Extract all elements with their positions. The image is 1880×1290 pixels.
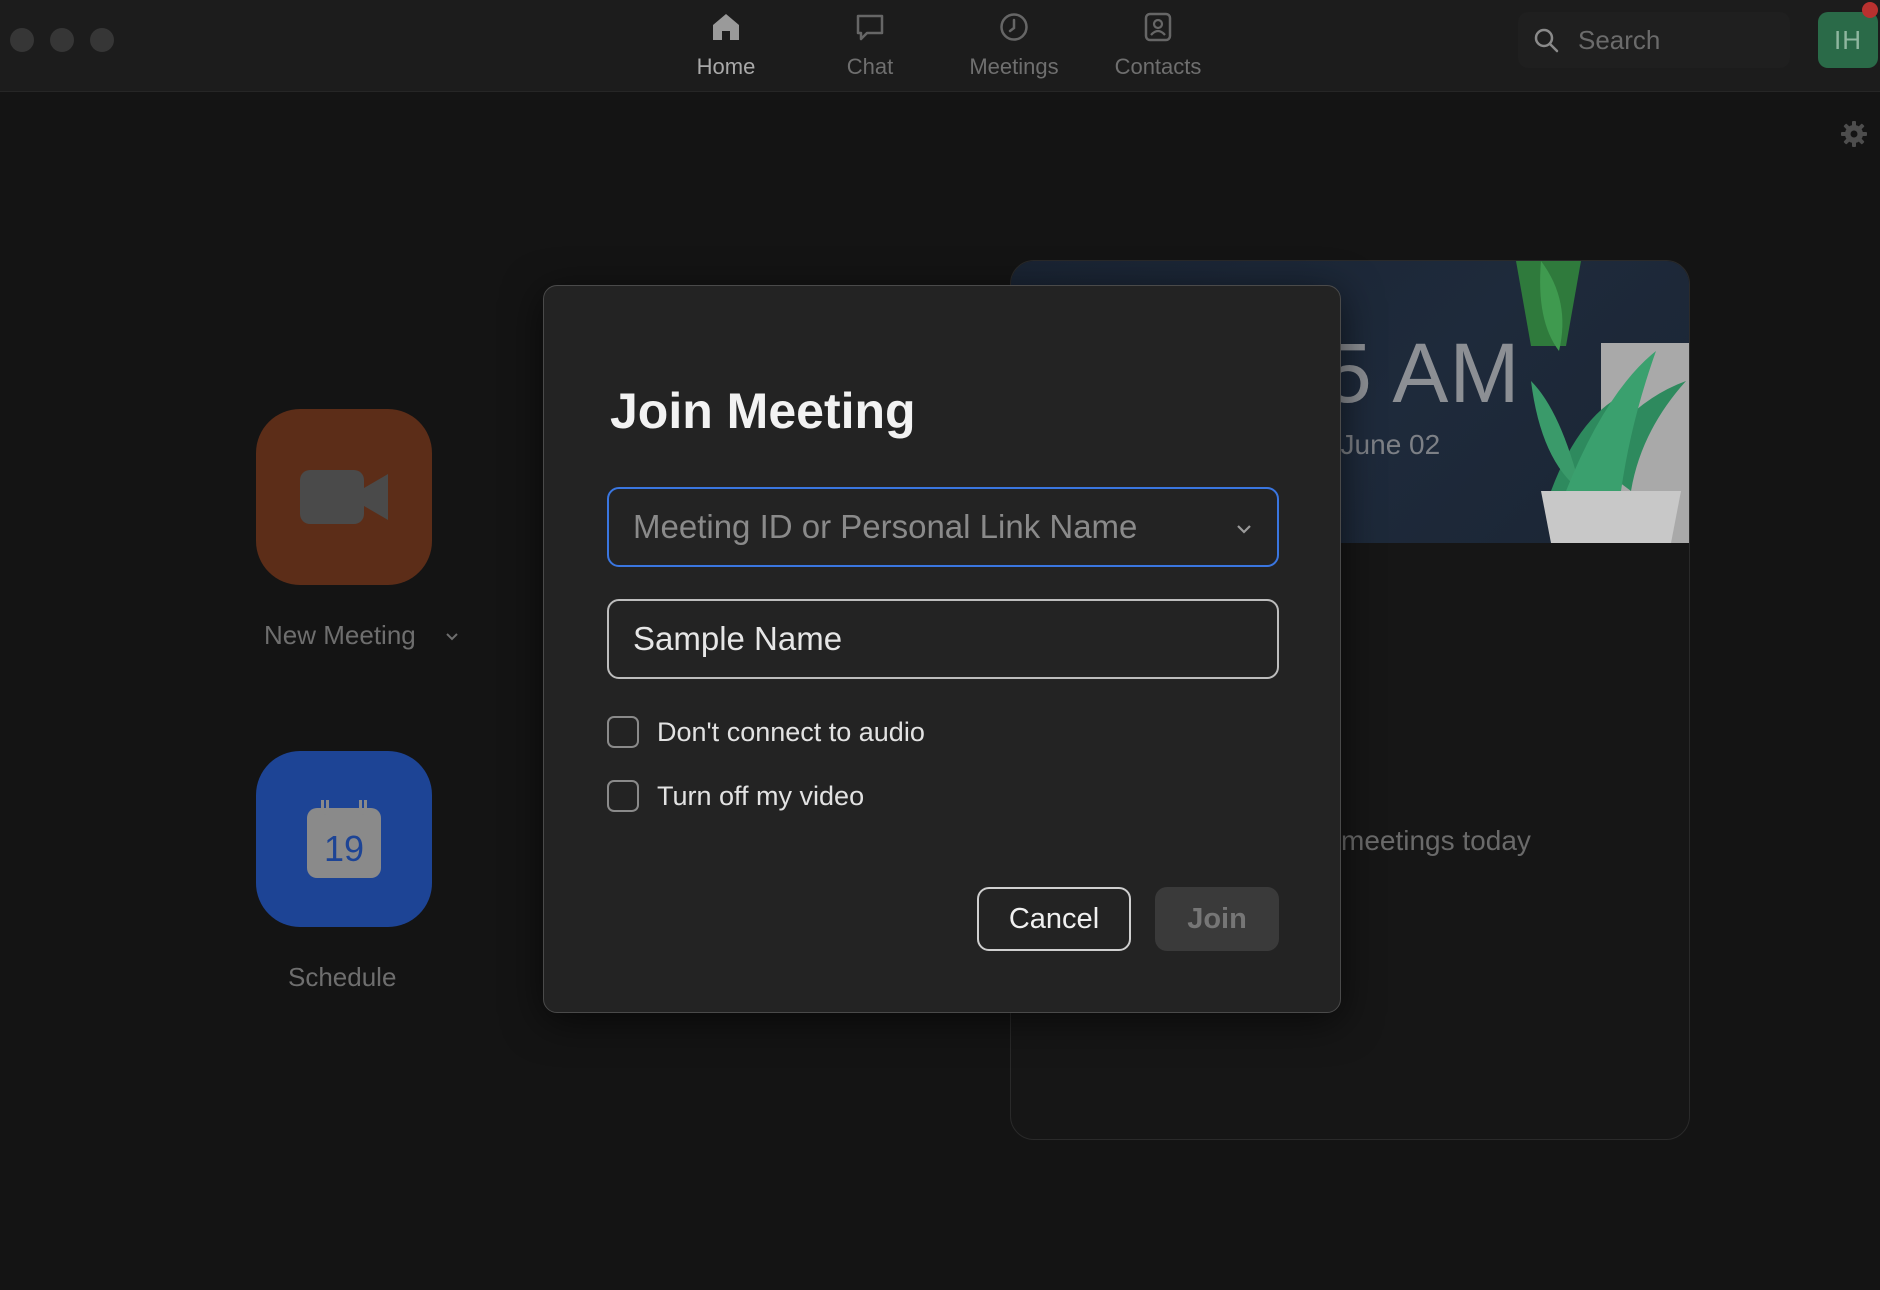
new-meeting-button[interactable] xyxy=(256,409,432,585)
avatar[interactable]: IH xyxy=(1818,12,1878,68)
join-button[interactable]: Join xyxy=(1155,887,1279,951)
turn-off-video-checkbox[interactable] xyxy=(607,780,639,812)
tab-meetings-label: Meetings xyxy=(969,54,1059,79)
gear-icon[interactable] xyxy=(1840,120,1868,148)
tab-home-label: Home xyxy=(696,54,756,79)
dont-connect-audio-label: Don't connect to audio xyxy=(657,716,925,747)
window-close-button[interactable] xyxy=(10,28,34,52)
meeting-id-placeholder: Meeting ID or Personal Link Name xyxy=(633,508,1138,545)
chat-icon xyxy=(856,14,884,41)
schedule-button[interactable]: 19 xyxy=(256,751,432,927)
window-maximize-button[interactable] xyxy=(90,28,114,52)
tab-contacts[interactable]: Contacts xyxy=(1088,8,1228,84)
contacts-icon xyxy=(1144,12,1172,42)
search-placeholder: Search xyxy=(1578,24,1661,55)
dont-connect-audio-checkbox[interactable] xyxy=(607,716,639,748)
turn-off-video-label: Turn off my video xyxy=(657,780,865,811)
name-input[interactable]: Sample Name xyxy=(607,599,1279,679)
dont-connect-audio-option[interactable]: Don't connect to audio xyxy=(607,716,925,748)
schedule-label: Schedule xyxy=(288,962,397,992)
calendar-day: 19 xyxy=(323,828,365,869)
chevron-down-icon[interactable] xyxy=(444,631,460,643)
tab-home[interactable]: Home xyxy=(656,8,796,84)
tab-chat[interactable]: Chat xyxy=(800,8,940,84)
video-camera-icon xyxy=(300,470,388,524)
current-time: 5 AM xyxy=(1325,326,1521,420)
plant-illustration xyxy=(1516,261,1689,543)
new-meeting-label: New Meeting xyxy=(264,620,416,650)
tab-chat-label: Chat xyxy=(846,54,894,79)
no-meetings-text: meetings today xyxy=(1341,825,1531,856)
top-bar: Home Chat Meetings Contacts Search IH xyxy=(0,0,1880,92)
dialog-title: Join Meeting xyxy=(610,383,916,439)
current-date: , June 02 xyxy=(1325,429,1441,460)
name-value: Sample Name xyxy=(633,620,843,657)
cancel-button[interactable]: Cancel xyxy=(977,887,1131,951)
home-icon xyxy=(713,14,739,40)
join-meeting-dialog: Join Meeting Meeting ID or Personal Link… xyxy=(543,285,1341,1013)
tab-contacts-label: Contacts xyxy=(1114,54,1202,79)
notification-badge xyxy=(1862,2,1878,18)
search-icon xyxy=(1534,28,1559,53)
search-input[interactable]: Search xyxy=(1518,12,1790,68)
turn-off-video-option[interactable]: Turn off my video xyxy=(607,780,864,812)
meeting-id-input[interactable]: Meeting ID or Personal Link Name xyxy=(607,487,1279,567)
window-minimize-button[interactable] xyxy=(50,28,74,52)
chevron-down-icon[interactable] xyxy=(1235,523,1253,535)
clock-icon xyxy=(1000,13,1028,41)
calendar-icon: 19 xyxy=(307,800,381,878)
tab-meetings[interactable]: Meetings xyxy=(944,8,1084,84)
